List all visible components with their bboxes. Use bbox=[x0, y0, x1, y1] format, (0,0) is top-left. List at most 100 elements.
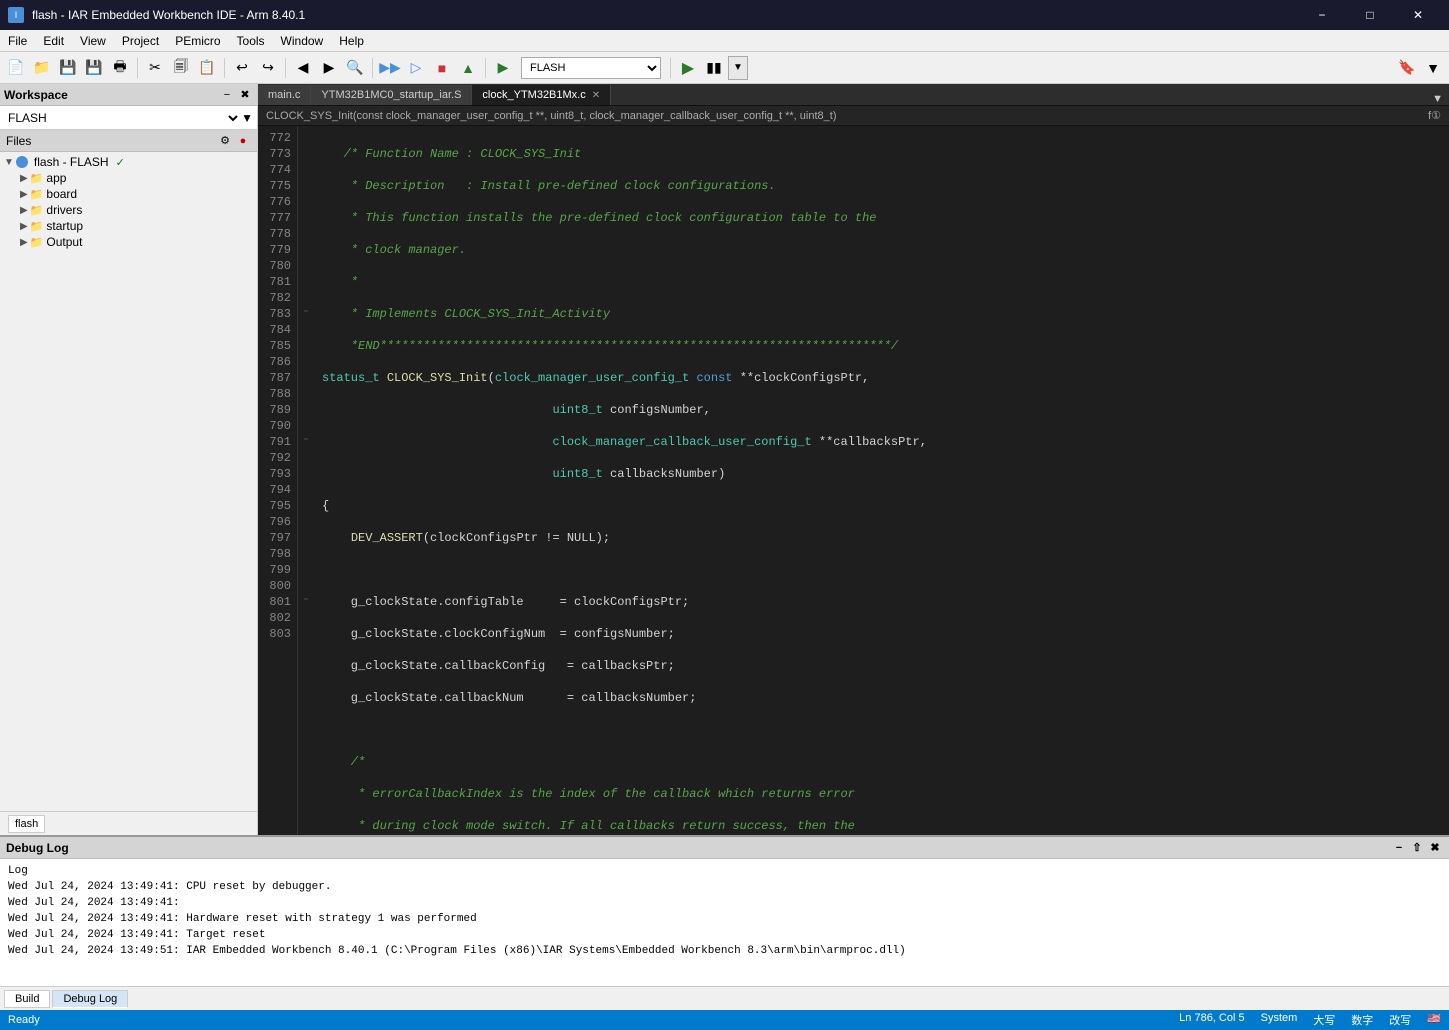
code-line-789: g_clockState.callbackNum = callbacksNumb… bbox=[322, 690, 1441, 706]
files-settings-button[interactable]: ⚙ bbox=[217, 133, 233, 149]
code-line-774: * This function installs the pre-defined… bbox=[322, 210, 1441, 226]
separator-1 bbox=[137, 58, 138, 78]
run-button[interactable]: ▶ bbox=[676, 56, 700, 80]
sidebar-expand-button[interactable]: ✖ bbox=[237, 87, 253, 103]
folder-startup[interactable]: ▶ 📁 startup bbox=[0, 218, 257, 234]
debug-log-pin-button[interactable]: − bbox=[1391, 840, 1407, 856]
menu-help[interactable]: Help bbox=[331, 32, 372, 50]
code-line-783: { bbox=[322, 498, 1441, 514]
project-icon bbox=[16, 156, 28, 168]
folder-board[interactable]: ▶ 📁 board bbox=[0, 186, 257, 202]
shield-button[interactable]: ▲ bbox=[456, 56, 480, 80]
code-line-792: * errorCallbackIndex is the index of the… bbox=[322, 786, 1441, 802]
sidebar-bottom: flash bbox=[0, 811, 257, 835]
code-line-793: * during clock mode switch. If all callb… bbox=[322, 818, 1441, 834]
tab-overflow-button[interactable]: ▼ bbox=[1426, 93, 1449, 105]
files-active-button[interactable]: ● bbox=[235, 133, 251, 149]
new-file-button[interactable]: 📄 bbox=[4, 56, 28, 80]
code-line-781: clock_manager_callback_user_config_t **c… bbox=[322, 434, 1441, 450]
app-icon: I bbox=[8, 7, 24, 23]
menu-tools[interactable]: Tools bbox=[229, 32, 273, 50]
sidebar-pin-button[interactable]: − bbox=[219, 87, 235, 103]
log-entry-4: Wed Jul 24, 2024 13:49:41: Target reset bbox=[8, 927, 1441, 943]
folder-app[interactable]: ▶ 📁 app bbox=[0, 170, 257, 186]
expand-board-icon: ▶ bbox=[20, 189, 28, 200]
print-button[interactable]: 🖶 bbox=[108, 56, 132, 80]
cut-button[interactable]: ✂ bbox=[143, 56, 167, 80]
compile-button[interactable]: ▶▶ bbox=[378, 56, 402, 80]
debugger-button[interactable]: ▶ bbox=[491, 56, 515, 80]
expand-drivers-icon: ▶ bbox=[20, 205, 28, 216]
code-line-773: * Description : Install pre-defined cloc… bbox=[322, 178, 1441, 194]
separator-4 bbox=[372, 58, 373, 78]
tab-main-c-label: main.c bbox=[268, 89, 300, 101]
menu-view[interactable]: View bbox=[72, 32, 114, 50]
menu-window[interactable]: Window bbox=[273, 32, 332, 50]
save-all-button[interactable]: 💾 bbox=[82, 56, 106, 80]
pause-button[interactable]: ▮▮ bbox=[702, 56, 726, 80]
status-ime1: 大写 bbox=[1313, 1012, 1335, 1028]
log-entry-0: Log bbox=[8, 863, 1441, 879]
settings-button[interactable]: ▼ bbox=[1421, 56, 1445, 80]
expand-app-icon: ▶ bbox=[20, 173, 28, 184]
project-name: flash - FLASH bbox=[34, 155, 109, 169]
nav-back-button[interactable]: ◀ bbox=[291, 56, 315, 80]
menu-edit[interactable]: Edit bbox=[35, 32, 72, 50]
tab-clock[interactable]: clock_YTM32B1Mx.c ✕ bbox=[472, 85, 611, 105]
search-button[interactable]: 🔍 bbox=[343, 56, 367, 80]
build-tab[interactable]: Build bbox=[4, 990, 50, 1008]
app-folder-icon: 📁 bbox=[30, 172, 44, 185]
status-ime2: 数字 bbox=[1351, 1012, 1373, 1028]
minimize-button[interactable]: − bbox=[1299, 0, 1345, 30]
folder-board-label: board bbox=[46, 187, 77, 201]
workspace-dropdown-icon: ▼ bbox=[241, 111, 253, 125]
tab-clock-label: clock_YTM32B1Mx.c bbox=[482, 89, 585, 101]
workspace-dropdown[interactable]: FLASH bbox=[4, 110, 241, 126]
debug-log-expand-button[interactable]: ⇧ bbox=[1409, 840, 1425, 856]
code-line-777: * Implements CLOCK_SYS_Init_Activity bbox=[322, 306, 1441, 322]
build-button[interactable]: ▷ bbox=[404, 56, 428, 80]
main-layout: Workspace − ✖ FLASH ▼ Files ⚙ ● ▼ bbox=[0, 84, 1449, 835]
copy-button[interactable]: 🗐 bbox=[169, 56, 193, 80]
debug-log-tab[interactable]: Debug Log bbox=[52, 990, 128, 1008]
code-line-788: g_clockState.callbackConfig = callbacksP… bbox=[322, 658, 1441, 674]
menu-project[interactable]: Project bbox=[114, 32, 167, 50]
code-line-787: g_clockState.clockConfigNum = configsNum… bbox=[322, 626, 1441, 642]
window-title: flash - IAR Embedded Workbench IDE - Arm… bbox=[32, 8, 305, 22]
code-line-782: uint8_t callbacksNumber) bbox=[322, 466, 1441, 482]
maximize-button[interactable]: □ bbox=[1347, 0, 1393, 30]
debug-toolbar-btn[interactable]: ▼ bbox=[728, 56, 748, 80]
close-button[interactable]: ✕ bbox=[1395, 0, 1441, 30]
drivers-folder-icon: 📁 bbox=[30, 204, 44, 217]
code-area[interactable]: 772773774775776 777778779780781 78278378… bbox=[258, 126, 1449, 835]
expand-root-icon: ▼ bbox=[4, 157, 14, 168]
undo-button[interactable]: ↩ bbox=[230, 56, 254, 80]
tab-main-c[interactable]: main.c bbox=[258, 85, 311, 105]
folder-output-label: Output bbox=[46, 235, 82, 249]
save-button[interactable]: 💾 bbox=[56, 56, 80, 80]
startup-folder-icon: 📁 bbox=[30, 220, 44, 233]
separator-3 bbox=[285, 58, 286, 78]
paste-button[interactable]: 📋 bbox=[195, 56, 219, 80]
board-folder-icon: 📁 bbox=[30, 188, 44, 201]
config-select[interactable]: FLASH bbox=[521, 57, 661, 79]
sidebar-flash-tab[interactable]: flash bbox=[8, 815, 45, 833]
menu-pemicro[interactable]: PEmicro bbox=[167, 32, 228, 50]
log-entry-3: Wed Jul 24, 2024 13:49:41: Hardware rese… bbox=[8, 911, 1441, 927]
tab-clock-close[interactable]: ✕ bbox=[592, 90, 600, 101]
folder-drivers[interactable]: ▶ 📁 drivers bbox=[0, 202, 257, 218]
nav-fwd-button[interactable]: ▶ bbox=[317, 56, 341, 80]
debug-log-header: Debug Log − ⇧ ✖ bbox=[0, 837, 1449, 859]
menu-file[interactable]: File bbox=[0, 32, 35, 50]
code-content[interactable]: /* Function Name : CLOCK_SYS_Init * Desc… bbox=[314, 126, 1449, 835]
stop-button[interactable]: ■ bbox=[430, 56, 454, 80]
open-button[interactable]: 📁 bbox=[30, 56, 54, 80]
bookmark-button[interactable]: 🔖 bbox=[1395, 56, 1419, 80]
output-folder-icon: 📁 bbox=[30, 236, 44, 249]
project-root[interactable]: ▼ flash - FLASH ✓ bbox=[0, 154, 257, 170]
folder-output[interactable]: ▶ 📁 Output bbox=[0, 234, 257, 250]
debug-log-close-button[interactable]: ✖ bbox=[1427, 840, 1443, 856]
function-icon: f① bbox=[1428, 109, 1441, 122]
redo-button[interactable]: ↪ bbox=[256, 56, 280, 80]
tab-startup[interactable]: YTM32B1MC0_startup_iar.S bbox=[311, 85, 472, 105]
